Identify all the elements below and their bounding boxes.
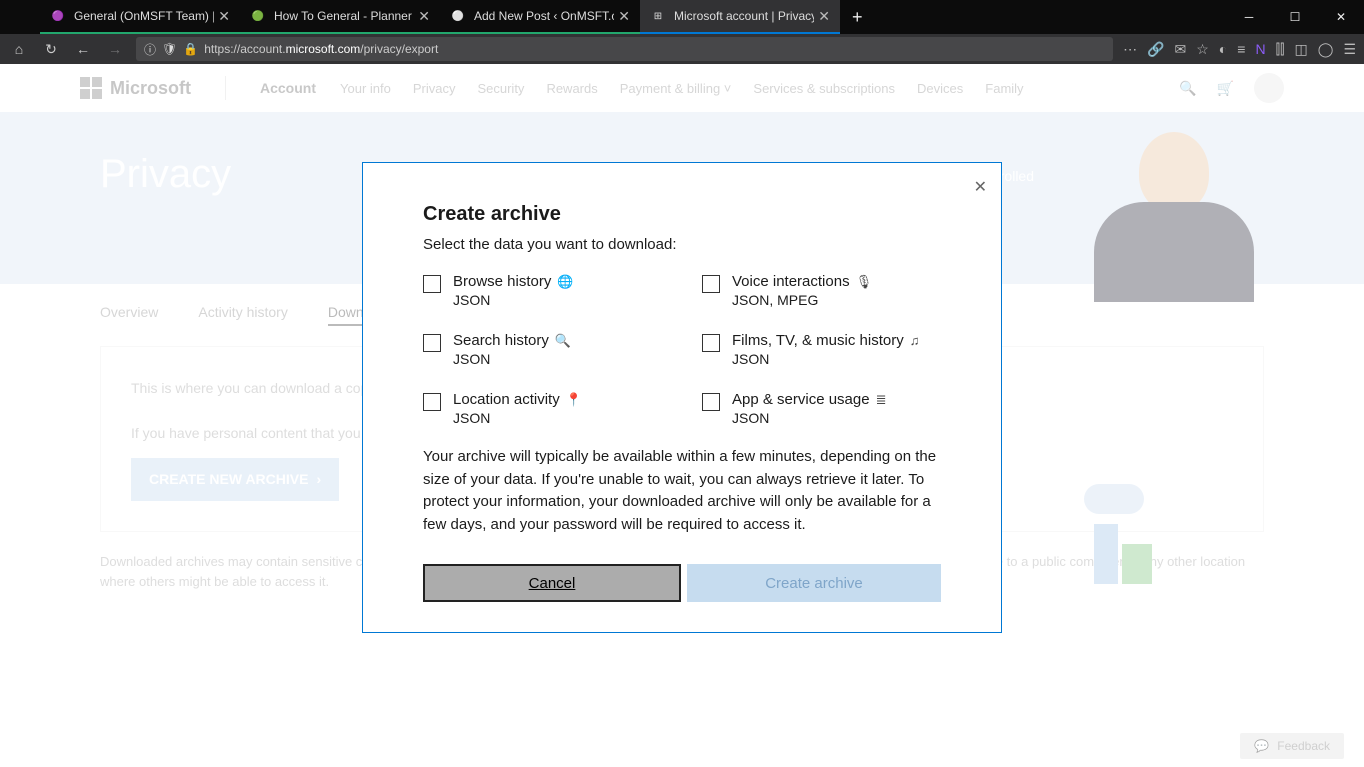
modal-description: Your archive will typically be available… xyxy=(423,446,941,536)
close-icon[interactable]: ✕ xyxy=(818,8,830,25)
stack-icon[interactable]: ≡ xyxy=(1237,41,1245,57)
home-icon[interactable]: ⌂ xyxy=(8,41,30,57)
search-icon: 🔍 xyxy=(555,333,571,349)
checkbox[interactable] xyxy=(702,275,720,293)
favicon-ms: ⊞ xyxy=(650,8,666,24)
tab-planner[interactable]: 🟢 How To General - Planner ✕ xyxy=(240,0,440,34)
modal-title: Create archive xyxy=(423,203,941,226)
check-format: JSON xyxy=(453,292,574,308)
check-format: JSON xyxy=(732,410,886,426)
info-icon[interactable]: ⓘ xyxy=(144,41,156,58)
check-label: Browse history xyxy=(453,273,551,290)
close-icon[interactable]: ✕ xyxy=(218,8,230,25)
urlbar[interactable]: ⓘ 🛡 🔒 https://account.microsoft.com/priv… xyxy=(136,37,1113,61)
reload-icon[interactable]: ↻ xyxy=(40,41,62,58)
back-icon[interactable]: ← xyxy=(72,41,94,57)
shield-icon[interactable]: 🛡 xyxy=(162,42,177,56)
check-format: JSON xyxy=(732,351,919,367)
library-icon[interactable]: ⫿⫿ xyxy=(1276,41,1285,58)
tab-label: Add New Post ‹ OnMSFT.com — W xyxy=(474,9,614,23)
check-voice[interactable]: Voice interactions 🎙 JSON, MPEG xyxy=(702,273,941,308)
more-icon[interactable]: ⋯ xyxy=(1123,41,1137,58)
tab-wordpress[interactable]: ⚪ Add New Post ‹ OnMSFT.com — W ✕ xyxy=(440,0,640,34)
list-icon: ≣ xyxy=(876,392,887,408)
mail-icon[interactable]: ✉ xyxy=(1175,41,1187,58)
browser-chrome: 🟣 General (OnMSFT Team) | Micr ✕ 🟢 How T… xyxy=(0,0,1364,64)
create-archive-button[interactable]: Create archive xyxy=(687,564,941,602)
checkbox[interactable] xyxy=(423,275,441,293)
check-label: Voice interactions xyxy=(732,273,850,290)
check-search[interactable]: Search history 🔍 JSON xyxy=(423,332,662,367)
onenote-icon[interactable]: N xyxy=(1255,41,1265,57)
forward-icon[interactable]: → xyxy=(104,41,126,57)
sidebar-icon[interactable]: ◫ xyxy=(1295,41,1308,58)
close-window-button[interactable]: ✕ xyxy=(1318,0,1364,34)
check-films[interactable]: Films, TV, & music history ♫ JSON xyxy=(702,332,941,367)
tab-label: How To General - Planner xyxy=(274,9,414,23)
check-format: JSON xyxy=(453,410,582,426)
close-icon[interactable]: ✕ xyxy=(974,177,987,197)
globe-icon: 🌐 xyxy=(557,274,573,290)
modal-overlay: ✕ Create archive Select the data you wan… xyxy=(0,64,1364,767)
check-format: JSON, MPEG xyxy=(732,292,872,308)
lock-icon: 🔒 xyxy=(183,42,198,56)
window-controls: ─ ☐ ✕ xyxy=(1226,0,1364,34)
music-icon: ♫ xyxy=(910,333,920,348)
url-text: https://account.microsoft.com/privacy/ex… xyxy=(204,42,438,56)
check-label: Location activity xyxy=(453,391,560,408)
cancel-button[interactable]: Cancel xyxy=(423,564,681,602)
add-tab-button[interactable]: + xyxy=(852,7,863,28)
create-archive-dialog: ✕ Create archive Select the data you wan… xyxy=(362,162,1002,633)
mic-icon: 🎙 xyxy=(856,274,873,290)
menu-icon[interactable]: ☰ xyxy=(1343,41,1356,58)
checkbox[interactable] xyxy=(702,334,720,352)
link-icon[interactable]: 🔗 xyxy=(1147,41,1164,58)
tab-label: Microsoft account | Privacy xyxy=(674,9,814,23)
navbar: ⌂ ↻ ← → ⓘ 🛡 🔒 https://account.microsoft.… xyxy=(0,34,1364,64)
star-icon[interactable]: ☆ xyxy=(1196,41,1209,58)
check-format: JSON xyxy=(453,351,571,367)
tab-teams[interactable]: 🟣 General (OnMSFT Team) | Micr ✕ xyxy=(40,0,240,34)
check-label: App & service usage xyxy=(732,391,870,408)
ext-icon[interactable]: ◐ xyxy=(1219,41,1227,57)
checkbox-grid: Browse history 🌐 JSON Voice interactions… xyxy=(423,273,941,426)
maximize-button[interactable]: ☐ xyxy=(1272,0,1318,34)
modal-subtitle: Select the data you want to download: xyxy=(423,236,941,253)
check-label: Films, TV, & music history xyxy=(732,332,904,349)
modal-buttons: Cancel Create archive xyxy=(423,564,941,602)
tab-label: General (OnMSFT Team) | Micr xyxy=(74,9,214,23)
toolbar-right: ⋯ 🔗 ✉ ☆ ◐ ≡ N ⫿⫿ ◫ ◯ ☰ xyxy=(1123,41,1356,58)
check-location[interactable]: Location activity 📍 JSON xyxy=(423,391,662,426)
tab-microsoft[interactable]: ⊞ Microsoft account | Privacy ✕ xyxy=(640,0,840,34)
checkbox[interactable] xyxy=(702,393,720,411)
favicon-teams: 🟣 xyxy=(50,8,66,24)
account-icon[interactable]: ◯ xyxy=(1318,41,1334,58)
location-icon: 📍 xyxy=(566,392,582,408)
close-icon[interactable]: ✕ xyxy=(418,8,430,25)
tabstrip: 🟣 General (OnMSFT Team) | Micr ✕ 🟢 How T… xyxy=(0,0,1364,34)
close-icon[interactable]: ✕ xyxy=(618,8,630,25)
check-app-usage[interactable]: App & service usage ≣ JSON xyxy=(702,391,941,426)
favicon-wp: ⚪ xyxy=(450,8,466,24)
checkbox[interactable] xyxy=(423,334,441,352)
minimize-button[interactable]: ─ xyxy=(1226,0,1272,34)
check-browse-history[interactable]: Browse history 🌐 JSON xyxy=(423,273,662,308)
checkbox[interactable] xyxy=(423,393,441,411)
check-label: Search history xyxy=(453,332,549,349)
favicon-planner: 🟢 xyxy=(250,8,266,24)
